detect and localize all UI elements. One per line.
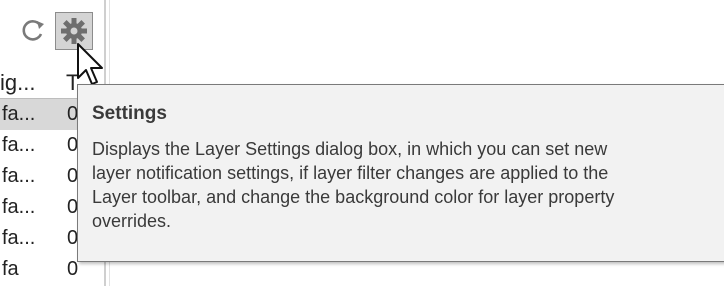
tooltip-title: Settings <box>92 103 167 124</box>
table-cell: fa... <box>2 165 36 187</box>
table-cell: fa... <box>2 196 36 218</box>
table-cell: fa... <box>2 103 36 125</box>
refresh-icon <box>22 20 44 41</box>
refresh-button[interactable] <box>16 14 50 48</box>
column-header-name[interactable]: ig... <box>0 70 35 96</box>
table-cell: fa... <box>2 134 36 156</box>
tooltip-description: Displays the Layer Settings dialog box, … <box>92 139 615 231</box>
settings-tooltip: Settings Displays the Layer Settings dia… <box>77 84 724 262</box>
layer-panel: ig... T... fa... 0 fa... 0 fa... 0 fa...… <box>0 0 724 286</box>
mouse-cursor-icon <box>77 43 103 85</box>
table-cell: fa... <box>2 227 36 249</box>
table-cell: fa <box>2 258 19 280</box>
